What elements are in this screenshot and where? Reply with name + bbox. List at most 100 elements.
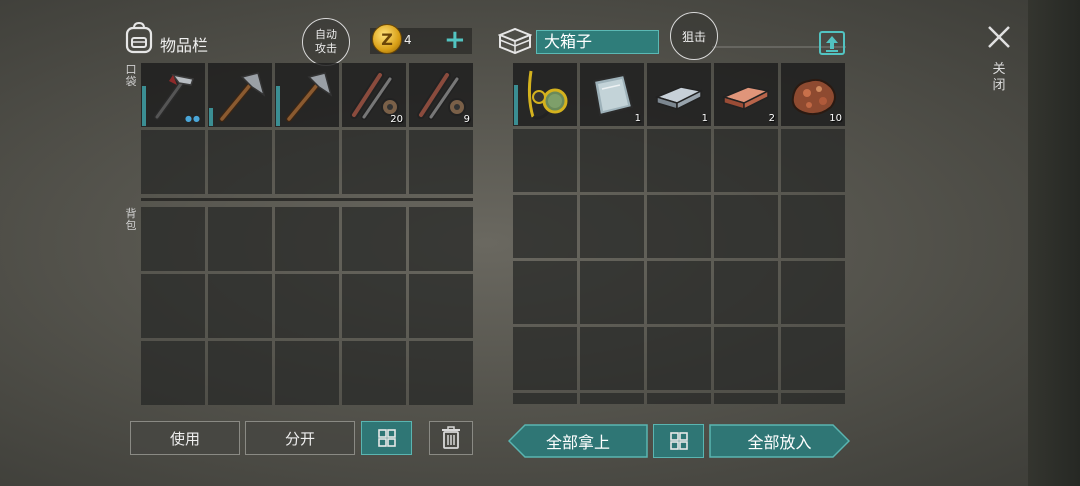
container-grid: 1 1 2 10 — [513, 63, 845, 404]
container-slot[interactable] — [714, 129, 778, 192]
inventory-slot[interactable] — [409, 341, 473, 405]
take-all-label: 全部拿上 — [545, 433, 610, 452]
trash-button[interactable] — [429, 421, 473, 455]
inventory-slot[interactable] — [208, 274, 272, 338]
inventory-slot[interactable] — [409, 130, 473, 194]
inventory-slot[interactable] — [141, 207, 205, 271]
container-slot[interactable] — [781, 195, 845, 258]
container-slot[interactable] — [781, 129, 845, 192]
glass-plate-icon — [592, 73, 634, 117]
upload-icon[interactable] — [818, 28, 846, 56]
durability-dots: ●● — [185, 114, 201, 123]
inventory-slot[interactable] — [208, 207, 272, 271]
inventory-slot[interactable]: 9 — [409, 63, 473, 127]
inventory-slot[interactable] — [342, 130, 406, 194]
coin-count: 4 — [404, 33, 412, 47]
container-slot[interactable] — [781, 393, 845, 404]
item-count: 1 — [701, 113, 708, 124]
container-slot[interactable] — [580, 327, 644, 390]
container-slot[interactable] — [580, 195, 644, 258]
pocket-label: 口袋 — [125, 63, 137, 88]
copper-ingot-icon — [721, 86, 771, 111]
container-slot[interactable] — [513, 129, 577, 192]
item-count: 9 — [463, 114, 470, 125]
inventory-title: 物品栏 — [160, 36, 209, 55]
inventory-slot[interactable] — [275, 274, 339, 338]
inventory-slot[interactable] — [275, 130, 339, 194]
pocket-backpack-divider — [141, 198, 473, 201]
sniper-button[interactable]: 狙击 — [670, 12, 718, 60]
crate-stack-icon — [498, 27, 532, 55]
container-slot[interactable] — [647, 261, 711, 324]
backpack-label: 背包 — [125, 207, 137, 232]
goggles-icon — [527, 70, 568, 120]
container-slot[interactable] — [781, 327, 845, 390]
container-slot[interactable] — [714, 393, 778, 404]
container-slot[interactable] — [647, 195, 711, 258]
container-slot[interactable] — [513, 327, 577, 390]
split-button[interactable]: 分开 — [245, 421, 355, 455]
container-slot[interactable] — [580, 393, 644, 404]
inventory-slot[interactable] — [141, 130, 205, 194]
item-count: 2 — [768, 113, 775, 124]
iron-ingot-icon — [654, 86, 704, 111]
container-slot[interactable] — [647, 327, 711, 390]
sort-container-button[interactable] — [653, 424, 704, 458]
container-slot[interactable]: 1 — [647, 63, 711, 126]
inventory-slot[interactable] — [141, 274, 205, 338]
close-label[interactable]: 关闭 — [990, 62, 1008, 94]
inventory-slot[interactable] — [208, 341, 272, 405]
container-slot[interactable] — [714, 261, 778, 324]
auto-attack-button[interactable]: 自动 攻击 — [302, 18, 350, 66]
backpack-icon — [125, 22, 153, 54]
container-slot[interactable] — [513, 195, 577, 258]
pickaxe-icon — [286, 72, 333, 122]
inventory-slot[interactable] — [208, 130, 272, 194]
inventory-slot[interactable] — [275, 63, 339, 127]
backpack-grid — [141, 207, 473, 405]
use-button[interactable]: 使用 — [130, 421, 240, 455]
coin-icon: Z — [372, 24, 402, 54]
sniper-label: 狙击 — [681, 29, 706, 44]
item-count: 1 — [634, 113, 641, 124]
take-all-button[interactable]: 全部拿上 — [508, 424, 648, 458]
add-coins-button[interactable]: + — [444, 26, 466, 54]
container-slot[interactable] — [513, 261, 577, 324]
inventory-slot[interactable] — [275, 341, 339, 405]
sort-inventory-button[interactable] — [361, 421, 412, 455]
inventory-slot[interactable] — [141, 341, 205, 405]
inventory-slot[interactable] — [275, 207, 339, 271]
pickaxe-icon — [219, 72, 266, 122]
inventory-slot[interactable] — [208, 63, 272, 127]
container-slot[interactable]: 2 — [714, 63, 778, 126]
grid-sort-icon — [669, 432, 688, 450]
inventory-slot[interactable] — [342, 341, 406, 405]
auto-attack-label-1: 自动 — [315, 28, 337, 41]
put-all-button[interactable]: 全部放入 — [709, 424, 850, 458]
trash-icon — [442, 426, 460, 449]
inventory-slot[interactable]: 20 — [342, 63, 406, 127]
auto-attack-label-2: 攻击 — [315, 42, 337, 55]
container-slot[interactable] — [647, 393, 711, 404]
container-slot[interactable]: 1 — [580, 63, 644, 126]
container-slot[interactable] — [714, 195, 778, 258]
pocket-grid: ●● 20 9 — [141, 63, 473, 194]
close-icon[interactable] — [984, 22, 1014, 52]
item-count: 20 — [390, 114, 403, 125]
container-slot[interactable] — [580, 261, 644, 324]
container-slot[interactable]: 10 — [781, 63, 845, 126]
inventory-slot[interactable] — [409, 274, 473, 338]
container-slot[interactable] — [714, 327, 778, 390]
container-slot[interactable] — [513, 393, 577, 404]
container-slot[interactable] — [580, 129, 644, 192]
inventory-slot[interactable] — [342, 274, 406, 338]
inventory-slot[interactable] — [409, 207, 473, 271]
container-name-field[interactable]: 大箱子 — [536, 30, 659, 54]
fishing-rod-parts-icon — [417, 71, 466, 120]
inventory-slot[interactable]: ●● — [141, 63, 205, 127]
right-edge-panel — [1028, 0, 1080, 486]
container-slot[interactable] — [781, 261, 845, 324]
inventory-slot[interactable] — [342, 207, 406, 271]
container-slot[interactable] — [647, 129, 711, 192]
container-slot[interactable] — [513, 63, 577, 126]
